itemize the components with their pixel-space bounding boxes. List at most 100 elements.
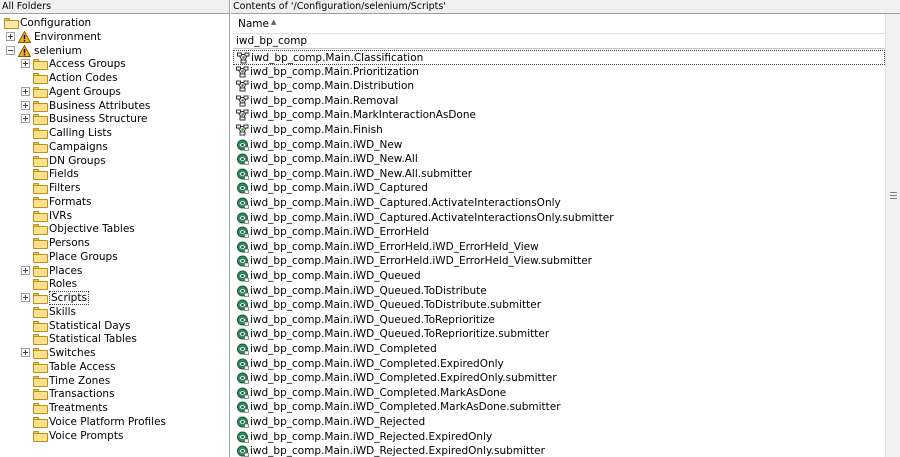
tree-item-label: Treatments <box>49 402 108 414</box>
tree-item[interactable]: Statistical Tables <box>0 332 228 346</box>
tree-item-label: Persons <box>49 237 90 249</box>
tree-item[interactable]: Statistical Days <box>0 319 228 333</box>
tree-item[interactable]: Time Zones <box>0 374 228 388</box>
script-list-item[interactable]: iwd_bp_comp.Main.iWD_Queued.ToReprioriti… <box>233 313 885 328</box>
script-list-item[interactable]: iwd_bp_comp.Main.iWD_Completed.ExpiredOn… <box>233 371 885 386</box>
workflow-icon <box>236 66 249 78</box>
queue-icon <box>236 212 249 224</box>
tree-item[interactable]: selenium <box>0 43 228 58</box>
script-list-item[interactable]: iwd_bp_comp.Main.iWD_New <box>233 138 885 153</box>
tree-item[interactable]: Action Codes <box>0 71 228 85</box>
folder-icon <box>33 183 48 194</box>
tree-item[interactable]: Environment <box>0 30 228 44</box>
queue-icon <box>236 314 249 326</box>
expand-icon[interactable] <box>21 86 30 96</box>
script-list-item[interactable]: iwd_bp_comp.Main.iWD_New.All <box>233 152 885 167</box>
script-list-item[interactable]: iwd_bp_comp.Main.iWD_Completed <box>233 342 885 357</box>
tree-item[interactable]: Formats <box>0 195 228 209</box>
tree-item-label: Voice Platform Profiles <box>49 415 167 428</box>
script-list-item[interactable]: iwd_bp_comp.Main.iWD_ErrorHeld <box>233 225 885 240</box>
tree-item-label: Places <box>49 264 83 277</box>
collapse-icon[interactable] <box>6 45 15 55</box>
tree-item[interactable]: Fields <box>0 167 228 181</box>
script-list-item[interactable]: iwd_bp_comp.Main.iWD_Queued.ToDistribute <box>233 284 885 299</box>
tree-item[interactable]: Treatments <box>0 401 228 415</box>
queue-icon <box>236 168 249 180</box>
expand-icon[interactable] <box>6 31 15 41</box>
tree-item[interactable]: Place Groups <box>0 250 228 264</box>
script-name: iwd_bp_comp.Main.Finish <box>250 124 383 136</box>
tree-item[interactable]: Transactions <box>0 387 228 401</box>
tree-item[interactable]: Agent Groups <box>0 85 228 99</box>
tree-item[interactable]: Configuration <box>0 16 228 30</box>
tree-item[interactable]: Filters <box>0 181 228 195</box>
queue-icon <box>236 255 249 268</box>
queue-icon <box>236 241 249 253</box>
folder-icon <box>33 141 48 153</box>
script-list-item[interactable]: iwd_bp_comp.Main.iWD_New.All.submitter <box>233 167 885 182</box>
tree-item-label: Campaigns <box>49 140 108 153</box>
script-list-item[interactable]: iwd_bp_comp.Main.iWD_ErrorHeld.iWD_Error… <box>233 254 885 269</box>
tree-item-label: Formats <box>49 195 92 208</box>
folder-icon <box>33 196 48 208</box>
tree-item[interactable]: Places <box>0 264 228 278</box>
script-name: iwd_bp_comp.Main.iWD_Completed.ExpiredOn… <box>250 372 557 385</box>
tree-item[interactable]: Roles <box>0 277 228 291</box>
tree-item[interactable]: Table Access <box>0 360 228 374</box>
queue-icon <box>236 226 249 238</box>
expand-icon[interactable] <box>21 114 30 124</box>
queue-icon <box>236 285 249 297</box>
script-list-item[interactable]: iwd_bp_comp.Main.iWD_Captured.ActivateIn… <box>233 211 885 226</box>
script-list-item[interactable]: iwd_bp_comp.Main.iWD_Queued.ToReprioriti… <box>233 327 885 342</box>
script-list-item[interactable]: iwd_bp_comp.Main.Classification <box>233 50 885 65</box>
tree-item[interactable]: DN Groups <box>0 154 228 168</box>
expand-icon[interactable] <box>21 293 30 302</box>
expand-icon[interactable] <box>21 348 30 357</box>
script-list-item[interactable]: iwd_bp_comp.Main.iWD_Queued <box>233 269 885 284</box>
tree-item[interactable]: Scripts <box>0 291 228 305</box>
tree-item[interactable]: Business Structure <box>0 112 228 126</box>
tree-item[interactable]: Switches <box>0 346 228 360</box>
tree-item[interactable]: Skills <box>0 305 228 319</box>
script-list-item[interactable]: iwd_bp_comp.Main.iWD_Completed.MarkAsDon… <box>233 386 885 401</box>
scripts-list: iwd_bp_comp.Main.Classification iwd_bp_co… <box>233 50 885 457</box>
script-list-item[interactable]: iwd_bp_comp.Main.Removal <box>233 94 885 109</box>
vertical-scrollbar[interactable] <box>885 14 900 457</box>
script-list-item[interactable]: iwd_bp_comp.Main.iWD_Rejected.ExpiredOnl… <box>233 430 885 445</box>
script-list-item[interactable]: iwd_bp_comp.Main.Finish <box>233 123 885 138</box>
script-list-item[interactable]: iwd_bp_comp.Main.iWD_Rejected.ExpiredOnl… <box>233 444 885 457</box>
script-list-item[interactable]: iwd_bp_comp.Main.iWD_Captured.ActivateIn… <box>233 196 885 211</box>
script-list-item[interactable]: iwd_bp_comp.Main.iWD_Completed.ExpiredOn… <box>233 357 885 372</box>
tree-item[interactable]: Calling Lists <box>0 126 228 140</box>
tree-item[interactable]: Persons <box>0 236 228 250</box>
script-list-item[interactable]: iwd_bp_comp.Main.Distribution <box>233 79 885 94</box>
name-column-header[interactable]: Name ▲ <box>233 14 900 34</box>
script-list-item[interactable]: iwd_bp_comp.Main.iWD_Captured <box>233 181 885 196</box>
expand-icon[interactable] <box>21 265 30 275</box>
tree-item-label: Time Zones <box>49 374 111 387</box>
tree-item-label: DN Groups <box>49 154 106 167</box>
tree-item-label: Statistical Tables <box>49 333 137 346</box>
script-name: iwd_bp_comp.Main.iWD_Captured.ActivateIn… <box>250 211 614 224</box>
script-list-item[interactable]: iwd_bp_comp.Main.Prioritization <box>233 65 885 80</box>
script-list-item[interactable]: iwd_bp_comp.Main.iWD_Completed.MarkAsDon… <box>233 400 885 415</box>
tree-item[interactable]: Access Groups <box>0 57 228 71</box>
script-list-item[interactable]: iwd_bp_comp.Main.iWD_Queued.ToDistribute… <box>233 298 885 313</box>
tree-item[interactable]: Campaigns <box>0 140 228 154</box>
folder-icon <box>33 389 48 401</box>
expand-icon[interactable] <box>21 100 30 110</box>
contents-header: Contents of '/Configuration/selenium/Scr… <box>231 0 900 14</box>
tree-item[interactable]: Objective Tables <box>0 222 228 236</box>
script-name: iwd_bp_comp.Main.iWD_New.All.submitter <box>250 167 473 180</box>
script-list-item[interactable]: iwd_bp_comp.Main.MarkInteractionAsDone <box>233 108 885 123</box>
quick-filter-input[interactable] <box>236 34 876 48</box>
tree-item[interactable]: Voice Prompts <box>0 429 228 443</box>
expand-icon[interactable] <box>21 59 30 69</box>
tree-item[interactable]: IVRs <box>0 209 228 223</box>
script-name: iwd_bp_comp.Main.MarkInteractionAsDone <box>250 109 476 122</box>
tree-item[interactable]: Business Attributes <box>0 99 228 113</box>
script-list-item[interactable]: iwd_bp_comp.Main.iWD_ErrorHeld.iWD_Error… <box>233 240 885 255</box>
tree-item[interactable]: Voice Platform Profiles <box>0 415 228 429</box>
scrollbar-grip-icon[interactable] <box>890 192 897 199</box>
script-list-item[interactable]: iwd_bp_comp.Main.iWD_Rejected <box>233 415 885 430</box>
